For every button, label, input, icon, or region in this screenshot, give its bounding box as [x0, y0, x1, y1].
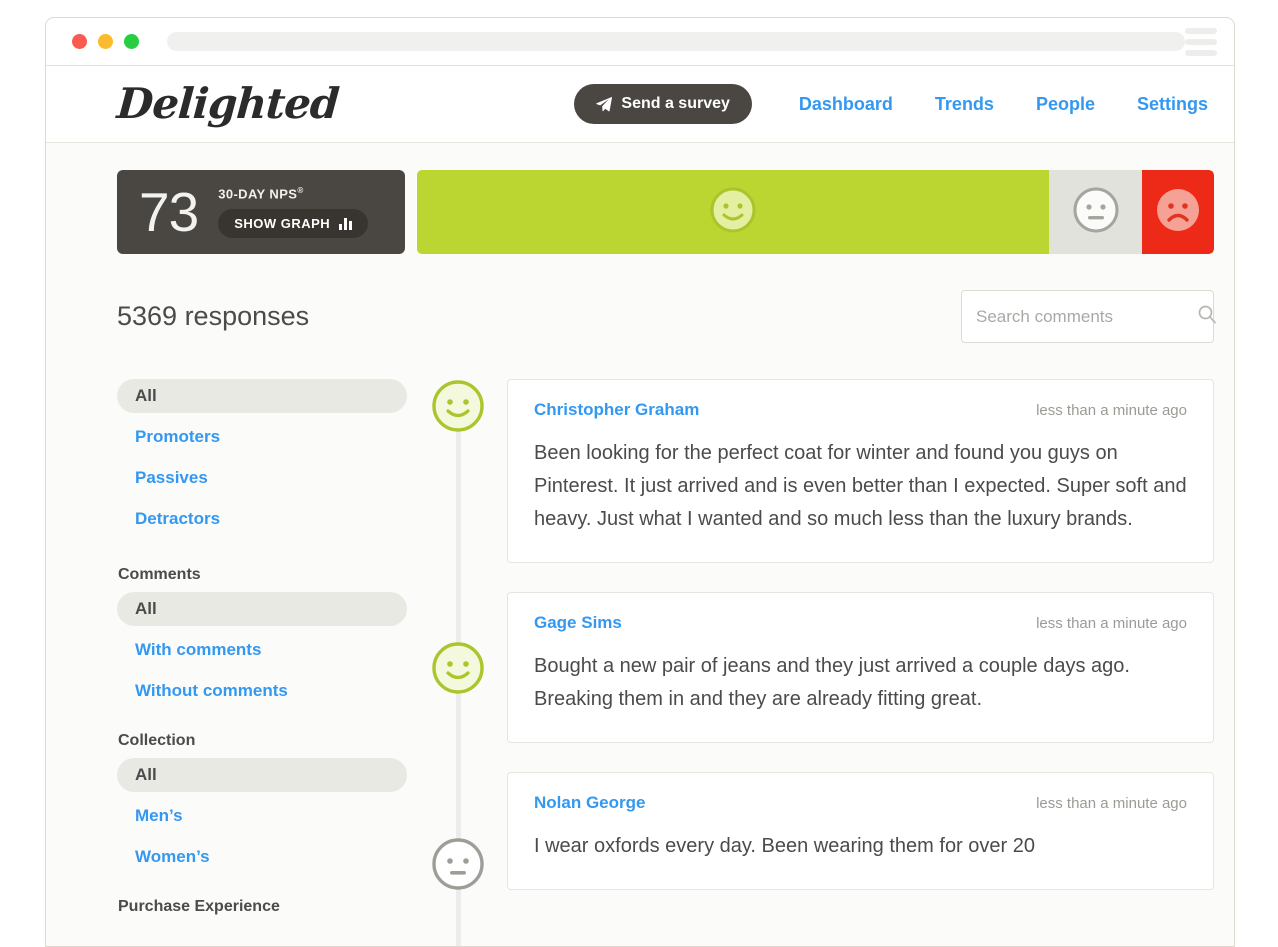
- search-comments-box[interactable]: [961, 290, 1217, 343]
- app-header: Delighted Send a survey Dashboard Trends…: [46, 66, 1234, 143]
- timeline-smile-face-icon: [431, 379, 485, 438]
- sidebar-item-promoters[interactable]: Promoters: [117, 420, 397, 454]
- neutral-face-icon: [1073, 187, 1119, 238]
- comments-list: Christopher Graham less than a minute ag…: [507, 379, 1214, 940]
- comment-card[interactable]: Gage Sims less than a minute ago Bought …: [507, 592, 1214, 743]
- send-a-survey-label: Send a survey: [621, 95, 730, 112]
- filter-group-comments: Comments All With comments Without comme…: [117, 566, 407, 708]
- nps-score-label-text: 30-DAY NPS: [218, 186, 298, 202]
- sidebar-item-without-comments[interactable]: Without comments: [117, 674, 397, 708]
- filters-sidebar: All Promoters Passives Detractors Commen…: [117, 379, 407, 940]
- filter-group-title-purchase-experience: Purchase Experience: [118, 898, 280, 915]
- filter-group-purchase-experience: Purchase Experience: [117, 898, 397, 916]
- close-window-button[interactable]: [72, 34, 87, 49]
- sidebar-item-with-comments[interactable]: With comments: [117, 633, 397, 667]
- show-graph-label: SHOW GRAPH: [234, 216, 331, 232]
- comment-timestamp: less than a minute ago: [1036, 795, 1187, 812]
- nav-link-dashboard[interactable]: Dashboard: [778, 94, 914, 115]
- sentiment-segment-detractors[interactable]: [1142, 170, 1214, 254]
- page-content: 73 30-DAY NPS® SHOW GRAPH 5369 responses…: [46, 143, 1234, 946]
- sidebar-item-all-sentiment[interactable]: All: [117, 379, 407, 413]
- sidebar-item-passives[interactable]: Passives: [117, 461, 397, 495]
- comment-author[interactable]: Gage Sims: [534, 613, 622, 633]
- sentiment-timeline: [407, 379, 507, 946]
- bar-chart-icon: [339, 217, 353, 230]
- filter-group-sentiment: All Promoters Passives Detractors: [117, 379, 407, 536]
- timeline-smile-face-icon-2: [431, 641, 485, 700]
- sidebar-item-detractors[interactable]: Detractors: [117, 502, 397, 536]
- paper-plane-icon: [596, 96, 613, 112]
- maximize-window-button[interactable]: [124, 34, 139, 49]
- browser-chrome-bar: [46, 18, 1234, 66]
- dashboard-main-row: All Promoters Passives Detractors Commen…: [117, 379, 1214, 946]
- comment-text: Bought a new pair of jeans and they just…: [534, 655, 1130, 710]
- url-bar[interactable]: [167, 32, 1185, 51]
- nav-link-settings[interactable]: Settings: [1116, 94, 1208, 115]
- nps-score-label: 30-DAY NPS®: [218, 186, 303, 201]
- filter-group-title-comments: Comments: [118, 566, 201, 583]
- nps-score-value: 73: [139, 180, 199, 243]
- sentiment-segment-promoters[interactable]: [417, 170, 1050, 254]
- comment-card[interactable]: Nolan George less than a minute ago I we…: [507, 772, 1214, 890]
- browser-window: Delighted Send a survey Dashboard Trends…: [45, 17, 1235, 947]
- responses-count: 5369 responses: [117, 301, 310, 331]
- sentiment-segment-passives[interactable]: [1049, 170, 1143, 254]
- comment-header: Nolan George less than a minute ago: [534, 793, 1187, 813]
- comment-timestamp: less than a minute ago: [1036, 615, 1187, 632]
- nav-link-people[interactable]: People: [1015, 94, 1116, 115]
- minimize-window-button[interactable]: [98, 34, 113, 49]
- search-input[interactable]: [976, 306, 1197, 327]
- score-summary-row: 73 30-DAY NPS® SHOW GRAPH: [117, 170, 1214, 254]
- sidebar-item-all-collection[interactable]: All: [117, 758, 407, 792]
- sentiment-distribution-bar: [417, 170, 1214, 254]
- nps-score-card: 73 30-DAY NPS® SHOW GRAPH: [117, 170, 405, 254]
- sidebar-item-womens[interactable]: Women’s: [117, 840, 397, 874]
- hamburger-icon[interactable]: [1185, 27, 1217, 56]
- comment-author[interactable]: Nolan George: [534, 793, 645, 813]
- comment-header: Gage Sims less than a minute ago: [534, 613, 1187, 633]
- show-graph-button[interactable]: SHOW GRAPH: [218, 209, 369, 239]
- main-navigation: Send a survey Dashboard Trends People Se…: [574, 84, 1208, 124]
- nps-registered-mark: ®: [297, 185, 304, 195]
- filter-group-collection: Collection All Men’s Women’s: [117, 732, 407, 874]
- traffic-lights: [72, 34, 139, 49]
- nav-link-trends[interactable]: Trends: [914, 94, 1015, 115]
- comment-text: I wear oxfords every day. Been wearing t…: [534, 835, 1035, 857]
- comment-card[interactable]: Christopher Graham less than a minute ag…: [507, 379, 1214, 563]
- nps-card-right: 30-DAY NPS® SHOW GRAPH: [218, 186, 369, 239]
- timeline-neutral-face-icon: [431, 837, 485, 896]
- frown-face-icon: [1155, 187, 1201, 238]
- delighted-logo[interactable]: Delighted: [115, 79, 340, 128]
- comment-header: Christopher Graham less than a minute ag…: [534, 400, 1187, 420]
- sidebar-item-mens[interactable]: Men’s: [117, 799, 397, 833]
- comment-timestamp: less than a minute ago: [1036, 402, 1187, 419]
- send-a-survey-button[interactable]: Send a survey: [574, 84, 752, 124]
- responses-header-row: 5369 responses: [117, 290, 1217, 343]
- comment-author[interactable]: Christopher Graham: [534, 400, 699, 420]
- smile-face-icon: [710, 187, 756, 238]
- filter-group-title-collection: Collection: [118, 732, 196, 749]
- search-icon[interactable]: [1197, 304, 1217, 329]
- comment-text: Been looking for the perfect coat for wi…: [534, 442, 1187, 530]
- sidebar-item-all-comments[interactable]: All: [117, 592, 407, 626]
